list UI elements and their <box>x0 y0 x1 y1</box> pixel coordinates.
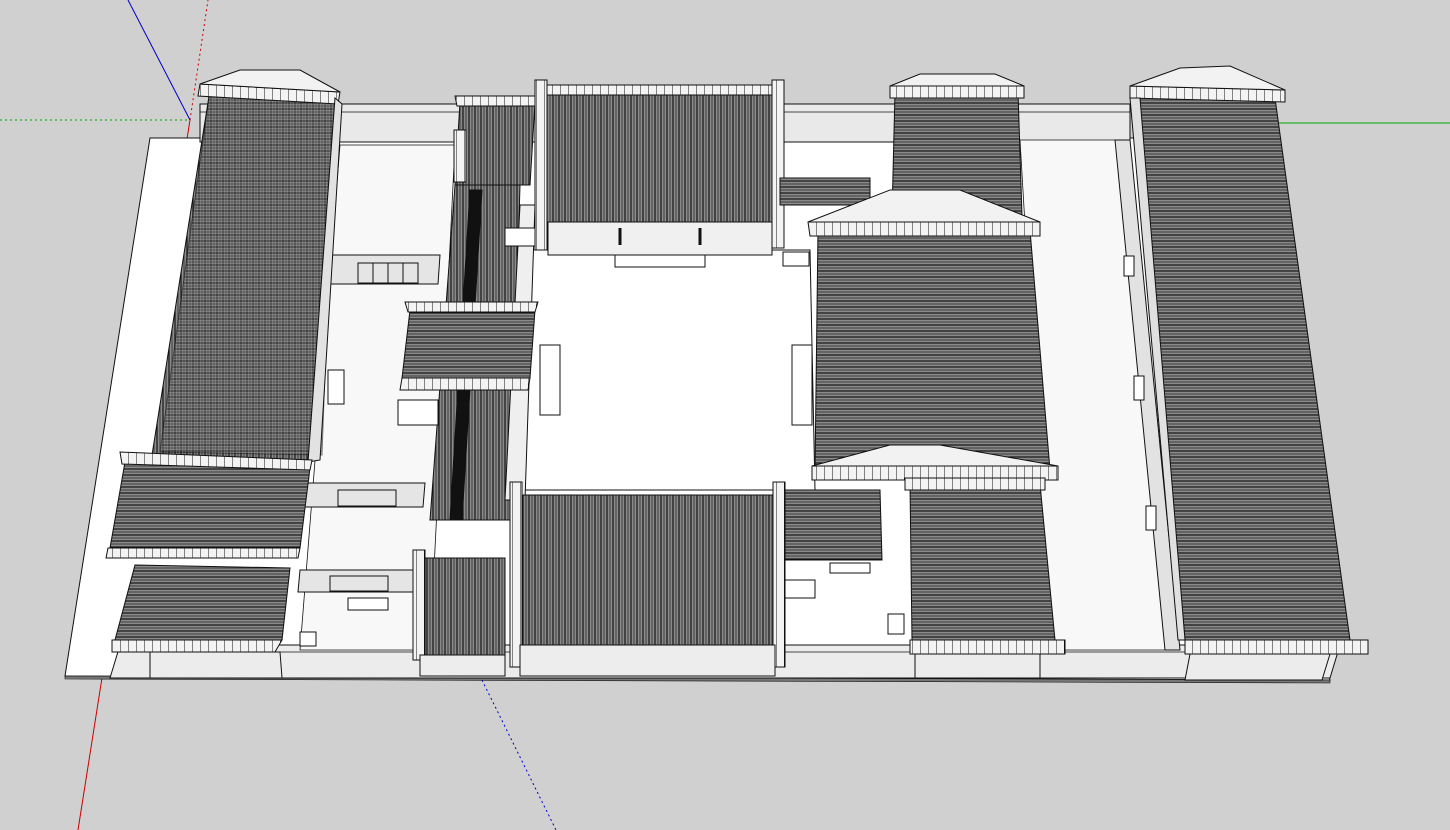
west-cross-wall-3[interactable] <box>297 569 421 593</box>
south-gate-hall[interactable] <box>509 481 786 677</box>
blue-axis-dotted <box>481 679 557 830</box>
north-east-corridor[interactable] <box>779 177 871 206</box>
north-steps <box>504 227 536 247</box>
south-east-corridor[interactable] <box>784 489 883 561</box>
west-cross-wall-2[interactable] <box>302 482 426 508</box>
red-axis-dotted <box>189 0 209 121</box>
south-west-small-hall[interactable] <box>412 549 506 677</box>
south-east-wing[interactable] <box>904 477 1066 679</box>
model-scene[interactable] <box>0 0 1450 830</box>
blue-axis <box>127 0 191 121</box>
north-main-hall[interactable] <box>534 79 785 268</box>
modeling-viewport[interactable] <box>0 0 1450 830</box>
north-east-steps <box>782 251 810 267</box>
west-cross-wall-1[interactable] <box>317 254 441 285</box>
east-side-hall[interactable] <box>791 189 1059 481</box>
north-west-wing[interactable] <box>453 95 541 186</box>
south-steps <box>784 579 816 599</box>
